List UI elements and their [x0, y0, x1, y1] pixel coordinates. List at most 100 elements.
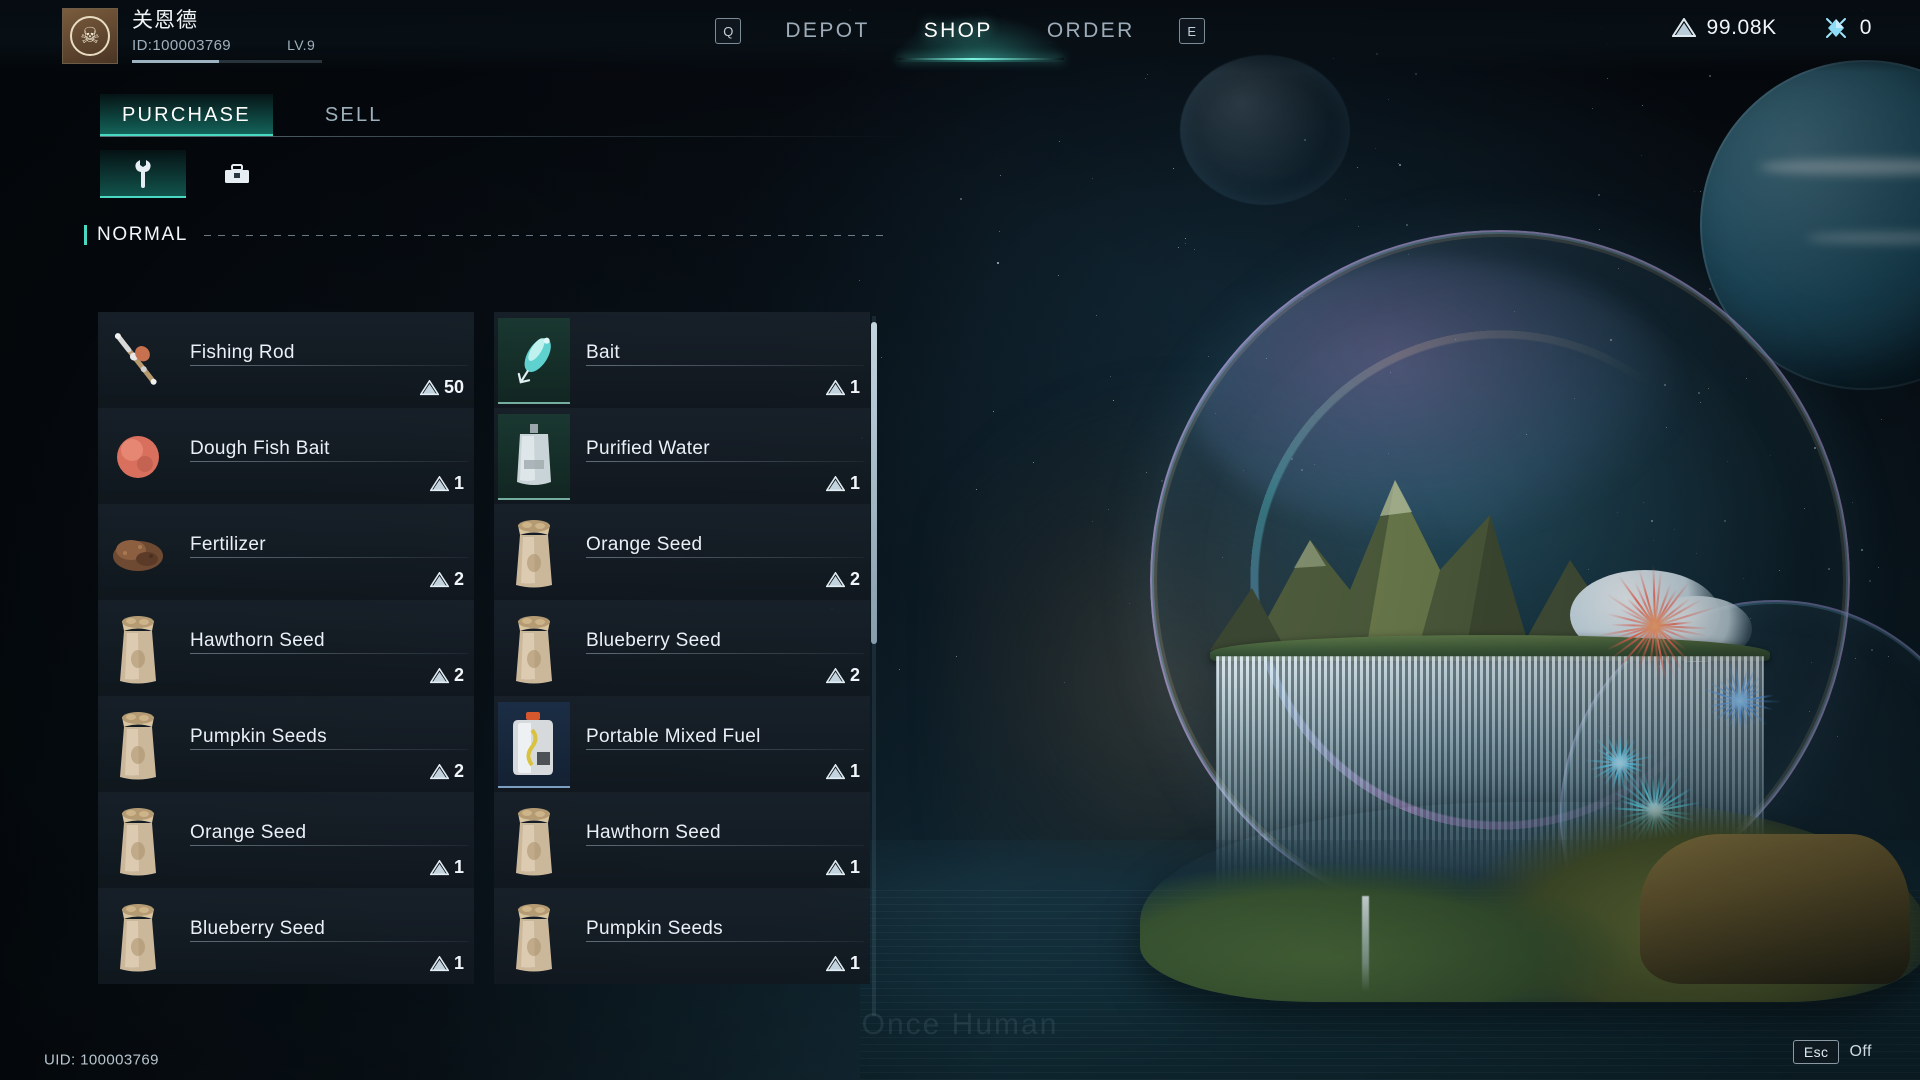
- key-hint-e[interactable]: E: [1179, 18, 1205, 44]
- shop-item-divider: [586, 461, 864, 462]
- fertilizer-icon: [102, 510, 174, 596]
- shop-item-divider: [586, 749, 864, 750]
- mountain-currency-icon: [420, 380, 439, 396]
- shop-panel: PURCHASE SELL NORMAL Fishing Rod 50 Bait…: [0, 72, 900, 1032]
- mountain-currency-icon: [826, 860, 845, 876]
- mountain-currency-icon: [826, 956, 845, 972]
- nav-item-shop[interactable]: SHOP: [914, 15, 1003, 47]
- seed-bag-icon: [498, 798, 570, 884]
- shop-item-divider: [190, 653, 468, 654]
- fuel-jug-icon: [498, 702, 570, 788]
- shop-item-divider: [586, 365, 864, 366]
- esc-hint[interactable]: Esc Off: [1793, 1040, 1872, 1064]
- mountain-currency-icon: [826, 380, 845, 396]
- shop-item-price-value: 1: [850, 377, 860, 398]
- shop-item-card[interactable]: Hawthorn Seed 1: [494, 792, 870, 888]
- shop-item-name: Portable Mixed Fuel: [586, 726, 856, 748]
- shop-item-divider: [190, 941, 468, 942]
- shop-item-price: 1: [430, 953, 464, 974]
- main-nav: Q DEPOT SHOP ORDER E: [0, 0, 1920, 62]
- shop-item-price-value: 50: [444, 377, 464, 398]
- nav-item-depot[interactable]: DEPOT: [775, 15, 879, 47]
- mountain-currency-icon: [826, 572, 845, 588]
- toolbox-icon: [223, 162, 251, 186]
- seed-bag-icon: [498, 606, 570, 692]
- category-supplies[interactable]: [194, 150, 280, 198]
- mountain-currency-icon: [430, 572, 449, 588]
- shop-item-price: 2: [826, 569, 860, 590]
- shop-item-price-value: 1: [850, 953, 860, 974]
- currency-premium-value: 0: [1860, 16, 1872, 40]
- shop-item-body: Pumpkin Seeds 1: [570, 889, 870, 984]
- shop-item-body: Hawthorn Seed 1: [570, 793, 870, 888]
- shop-item-price: 50: [420, 377, 464, 398]
- mountain-currency-icon: [430, 668, 449, 684]
- fishing-rod-icon: [102, 318, 174, 404]
- shop-item-card[interactable]: Pumpkin Seeds 1: [494, 888, 870, 984]
- currency-premium[interactable]: 0: [1823, 16, 1872, 40]
- shop-item-card[interactable]: Hawthorn Seed 2: [98, 600, 474, 696]
- shop-item-name: Fishing Rod: [190, 342, 460, 364]
- water-pouch-icon: [498, 414, 570, 500]
- shop-item-name: Hawthorn Seed: [190, 630, 460, 652]
- shop-item-name: Pumpkin Seeds: [190, 726, 460, 748]
- shop-item-price: 1: [826, 953, 860, 974]
- currency-soft[interactable]: 99.08K: [1672, 16, 1777, 40]
- shop-item-name: Fertilizer: [190, 534, 460, 556]
- seed-bag-icon: [102, 702, 174, 788]
- mountain-currency-icon: [430, 476, 449, 492]
- category-tabs: [100, 150, 280, 198]
- shop-item-name: Dough Fish Bait: [190, 438, 460, 460]
- shop-item-price: 2: [430, 761, 464, 782]
- shop-item-price-value: 2: [454, 761, 464, 782]
- shop-item-card[interactable]: Blueberry Seed 2: [494, 600, 870, 696]
- mountain-currency-icon: [826, 668, 845, 684]
- shop-item-price: 2: [430, 569, 464, 590]
- scrollbar-thumb[interactable]: [871, 322, 877, 644]
- shop-item-name: Bait: [586, 342, 856, 364]
- shop-item-card[interactable]: Portable Mixed Fuel 1: [494, 696, 870, 792]
- shop-item-name: Blueberry Seed: [190, 918, 460, 940]
- shop-item-divider: [586, 845, 864, 846]
- tab-sell[interactable]: SELL: [273, 94, 435, 136]
- shop-item-divider: [190, 845, 468, 846]
- shop-item-divider: [586, 653, 864, 654]
- mountain-currency-icon: [430, 764, 449, 780]
- shop-item-price: 1: [430, 473, 464, 494]
- shop-item-price: 1: [826, 473, 860, 494]
- shop-item-body: Fertilizer 2: [174, 505, 474, 600]
- section-header: NORMAL: [84, 224, 884, 246]
- wrench-icon: [132, 159, 154, 189]
- mountain-currency-icon: [430, 860, 449, 876]
- section-label: NORMAL: [97, 224, 188, 246]
- section-accent-bar: [84, 225, 87, 245]
- shop-item-name: Orange Seed: [190, 822, 460, 844]
- nav-item-order[interactable]: ORDER: [1037, 15, 1145, 47]
- shop-item-divider: [586, 557, 864, 558]
- shop-item-price: 1: [826, 377, 860, 398]
- shop-item-price-value: 1: [850, 857, 860, 878]
- shop-item-card[interactable]: Fishing Rod 50: [98, 312, 474, 408]
- shop-item-list[interactable]: Fishing Rod 50 Bait 1 Dough Fish Bait 1 Purifi…: [98, 312, 870, 1022]
- shop-item-card[interactable]: Dough Fish Bait 1: [98, 408, 474, 504]
- shop-item-card[interactable]: Orange Seed 2: [494, 504, 870, 600]
- shop-item-card[interactable]: Orange Seed 1: [98, 792, 474, 888]
- shop-item-card[interactable]: Pumpkin Seeds 2: [98, 696, 474, 792]
- shop-item-divider: [586, 941, 864, 942]
- shop-item-price-value: 1: [454, 953, 464, 974]
- key-hint-q[interactable]: Q: [715, 18, 741, 44]
- esc-key[interactable]: Esc: [1793, 1040, 1840, 1064]
- shop-item-card[interactable]: Fertilizer 2: [98, 504, 474, 600]
- seed-bag-icon: [102, 798, 174, 884]
- shop-item-divider: [190, 557, 468, 558]
- shop-item-price-value: 2: [850, 665, 860, 686]
- seed-bag-icon: [498, 510, 570, 596]
- mountain-currency-icon: [826, 476, 845, 492]
- shop-item-body: Orange Seed 1: [174, 793, 474, 888]
- shop-item-card[interactable]: Purified Water 1: [494, 408, 870, 504]
- category-tools[interactable]: [100, 150, 186, 198]
- shop-item-card[interactable]: Blueberry Seed 1: [98, 888, 474, 984]
- shop-item-card[interactable]: Bait 1: [494, 312, 870, 408]
- tab-purchase[interactable]: PURCHASE: [100, 94, 273, 136]
- mountain-currency-icon: [826, 764, 845, 780]
